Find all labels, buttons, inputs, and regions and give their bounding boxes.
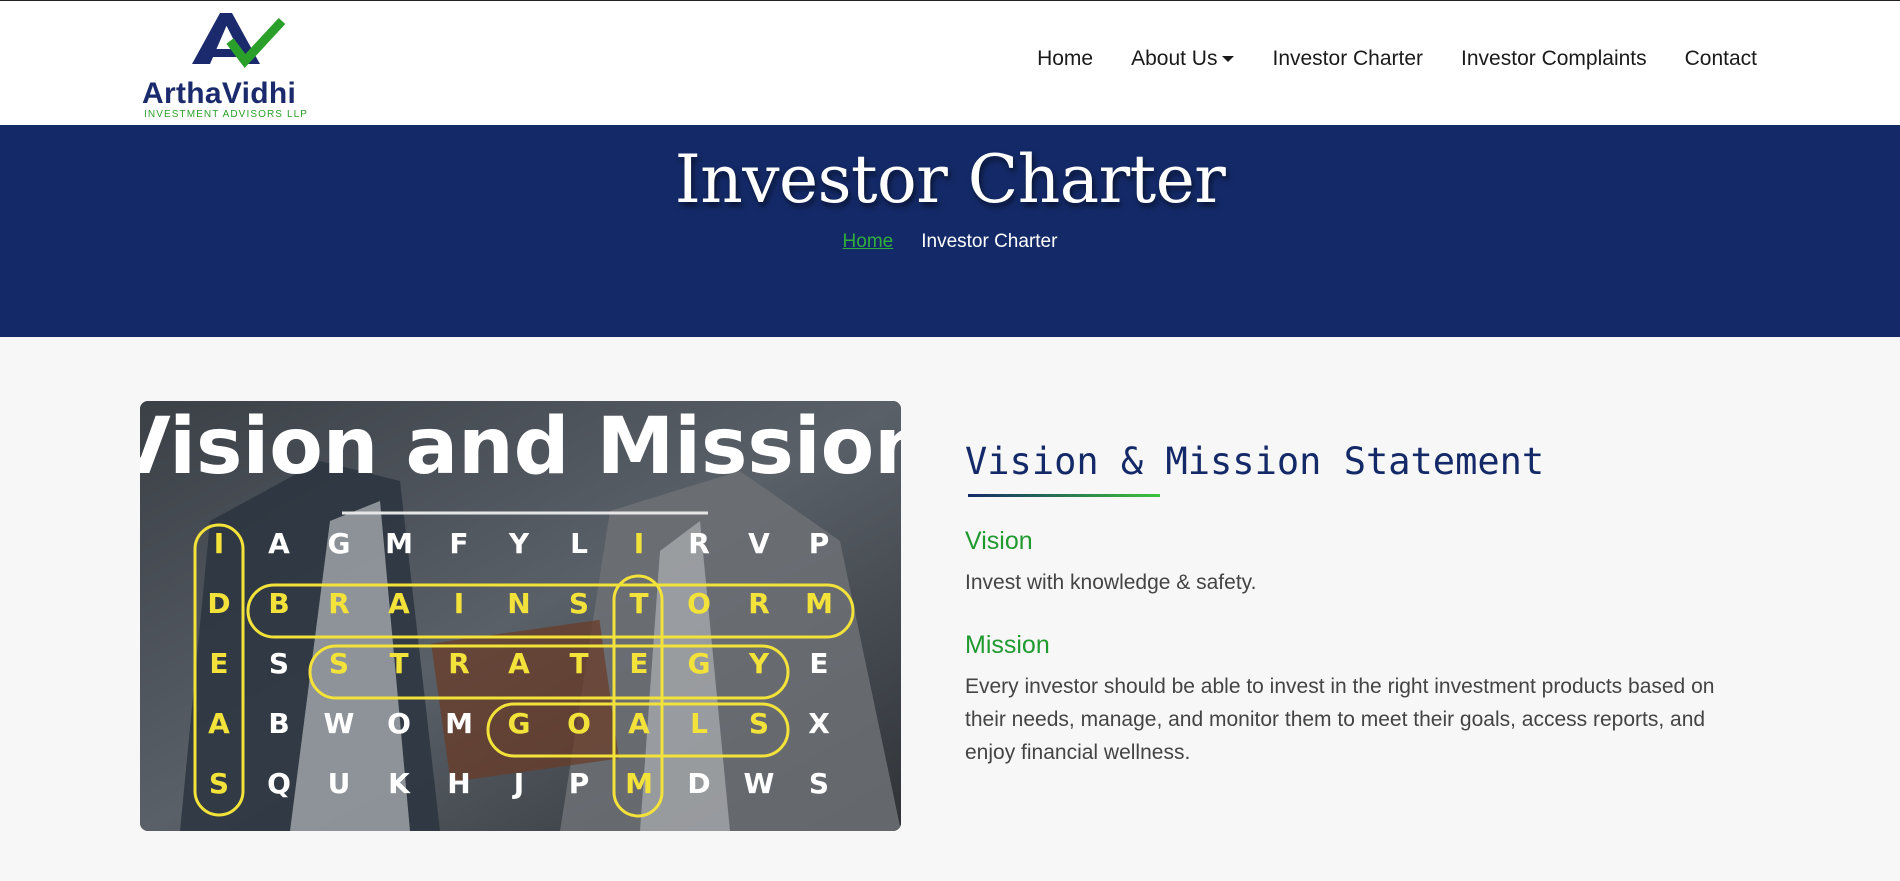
nav-contact-label: Contact xyxy=(1684,47,1757,70)
grid-letter: S xyxy=(569,587,589,620)
grid-letter: I xyxy=(214,527,224,560)
grid-letter: F xyxy=(449,527,468,560)
grid-letter: J xyxy=(512,767,524,800)
breadcrumb-home-link[interactable]: Home xyxy=(843,231,894,253)
grid-letter: A xyxy=(388,587,410,620)
grid-letter: W xyxy=(744,767,775,800)
brand-tagline: INVESTMENT ADVISORS LLP xyxy=(144,109,309,120)
grid-letter: M xyxy=(445,707,473,740)
grid-letter: O xyxy=(567,707,591,740)
grid-letter: K xyxy=(388,767,411,800)
image-heading: Vision and Mission xyxy=(140,402,901,492)
grid-letter: L xyxy=(690,707,708,740)
grid-letter: G xyxy=(328,527,351,560)
grid-letter: W xyxy=(324,707,355,740)
grid-letter: X xyxy=(808,707,830,740)
grid-letter: D xyxy=(207,587,230,620)
grid-letter: A xyxy=(268,527,290,560)
grid-letter: S xyxy=(209,767,229,800)
nav-investor-complaints[interactable]: Investor Complaints xyxy=(1461,47,1647,71)
nav-about-us[interactable]: About Us xyxy=(1131,47,1235,71)
grid-letter: R xyxy=(748,587,770,620)
vision-mission-image: Vision and Mission IAGMFYLIRVPDBRAINSTOR… xyxy=(140,401,901,831)
grid-letter: A xyxy=(208,707,230,740)
grid-letter: T xyxy=(389,647,408,680)
caret-down-icon xyxy=(1222,56,1235,62)
mission-heading: Mission xyxy=(965,631,1050,659)
grid-letter: A xyxy=(508,647,530,680)
grid-letter: G xyxy=(688,647,711,680)
grid-letter: P xyxy=(809,527,830,560)
logo-mark-icon xyxy=(192,13,286,69)
mission-text: Every investor should be able to invest … xyxy=(965,675,1715,764)
section-title: Vision & Mission Statement xyxy=(965,440,1545,483)
grid-letter: M xyxy=(385,527,413,560)
grid-letter: E xyxy=(629,647,648,680)
nav-contact[interactable]: Contact xyxy=(1685,47,1757,71)
grid-letter: O xyxy=(387,707,411,740)
brand-logo[interactable]: ArthaVidhi INVESTMENT ADVISORS LLP xyxy=(140,9,325,121)
grid-letter: B xyxy=(268,707,289,740)
grid-letter: M xyxy=(625,767,653,800)
breadcrumb-current: Investor Charter xyxy=(921,231,1058,252)
grid-letter: V xyxy=(748,527,770,560)
breadcrumb: Home Investor Charter xyxy=(0,231,1900,253)
grid-letter: E xyxy=(209,647,228,680)
grid-letter: P xyxy=(569,767,590,800)
page-hero: Investor Charter Home Investor Charter xyxy=(0,125,1900,337)
vision-text: Invest with knowledge & safety. xyxy=(965,571,1257,594)
grid-letter: H xyxy=(447,767,470,800)
nav-about-us-label: About Us xyxy=(1131,47,1218,70)
nav-home[interactable]: Home xyxy=(1037,47,1093,71)
grid-letter: Y xyxy=(748,647,770,680)
grid-letter: G xyxy=(508,707,531,740)
grid-letter: U xyxy=(328,767,351,800)
word-search-graphic: Vision and Mission I A G M F Y L I R V PD B R A I N S T O R… xyxy=(140,401,901,831)
grid-letter: S xyxy=(269,647,289,680)
grid-letter: T xyxy=(569,647,588,680)
site-header: ArthaVidhi INVESTMENT ADVISORS LLP Home … xyxy=(0,0,1900,125)
nav-investor-complaints-label: Investor Complaints xyxy=(1461,47,1647,70)
grid-letter: A xyxy=(628,707,650,740)
grid-letter: S xyxy=(809,767,829,800)
grid-letter: R xyxy=(328,587,350,620)
grid-letter: I xyxy=(634,527,644,560)
page-title: Investor Charter xyxy=(674,141,1226,218)
grid-letter: M xyxy=(805,587,833,620)
grid-letter: Y xyxy=(508,527,530,560)
nav-investor-charter-label: Investor Charter xyxy=(1272,47,1424,70)
grid-letter: T xyxy=(629,587,648,620)
main-nav: Home About Us Investor Charter Investor … xyxy=(999,47,1757,71)
brand-name: ArthaVidhi xyxy=(142,77,297,110)
grid-letter: E xyxy=(809,647,828,680)
vision-heading: Vision xyxy=(965,527,1033,555)
grid-letter: Q xyxy=(267,767,291,800)
grid-letter: O xyxy=(687,587,711,620)
grid-letter: I xyxy=(454,587,464,620)
grid-letter: R xyxy=(688,527,710,560)
title-underline xyxy=(968,494,1160,497)
nav-investor-charter[interactable]: Investor Charter xyxy=(1272,47,1423,71)
grid-letter: N xyxy=(507,587,530,620)
nav-home-label: Home xyxy=(1037,47,1094,70)
grid-letter: D xyxy=(687,767,710,800)
grid-letter: S xyxy=(749,707,769,740)
grid-letter: R xyxy=(448,647,470,680)
grid-letter: S xyxy=(329,647,349,680)
grid-letter: B xyxy=(268,587,289,620)
grid-letter: L xyxy=(570,527,588,560)
